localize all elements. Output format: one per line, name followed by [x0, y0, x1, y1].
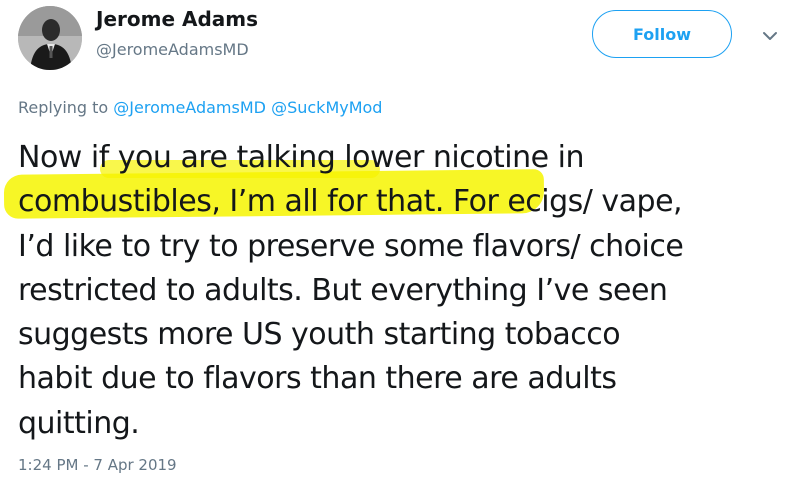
display-name[interactable]: Jerome Adams — [96, 7, 258, 31]
tweet-text-line: Now if you are talking lower nicotine in — [18, 140, 585, 175]
follow-button[interactable]: Follow — [592, 10, 732, 58]
replying-to: Replying to @JeromeAdamsMD @SuckMyMod — [18, 98, 382, 117]
profile-photo-icon — [18, 6, 82, 70]
tweet-text-line: habit due to flavors than there are adul… — [18, 361, 617, 397]
chevron-down-icon[interactable] — [760, 26, 780, 46]
tweet-text-line: suggests more US youth starting tobacco — [18, 317, 621, 353]
tweet-text-line: combustibles, I’m all for that. For ecig… — [18, 184, 683, 220]
tweet-text-line: restricted to adults. But everything I’v… — [18, 272, 668, 308]
tweet-text-line: I’d like to try to preserve some flavors… — [18, 228, 684, 264]
user-handle[interactable]: @JeromeAdamsMD — [96, 40, 249, 59]
tweet-text-line: quitting. — [18, 405, 140, 441]
mention-link[interactable]: @JeromeAdamsMD — [113, 98, 266, 117]
avatar[interactable] — [18, 6, 82, 70]
mention-link[interactable]: @SuckMyMod — [271, 98, 382, 117]
replying-to-label: Replying to — [18, 98, 109, 117]
tweet-timestamp[interactable]: 1:24 PM - 7 Apr 2019 — [18, 456, 177, 474]
tweet-card: Jerome Adams @JeromeAdamsMD Follow Reply… — [0, 0, 797, 484]
tweet-text: Now if you are talking lower nicotine in… — [18, 136, 788, 446]
